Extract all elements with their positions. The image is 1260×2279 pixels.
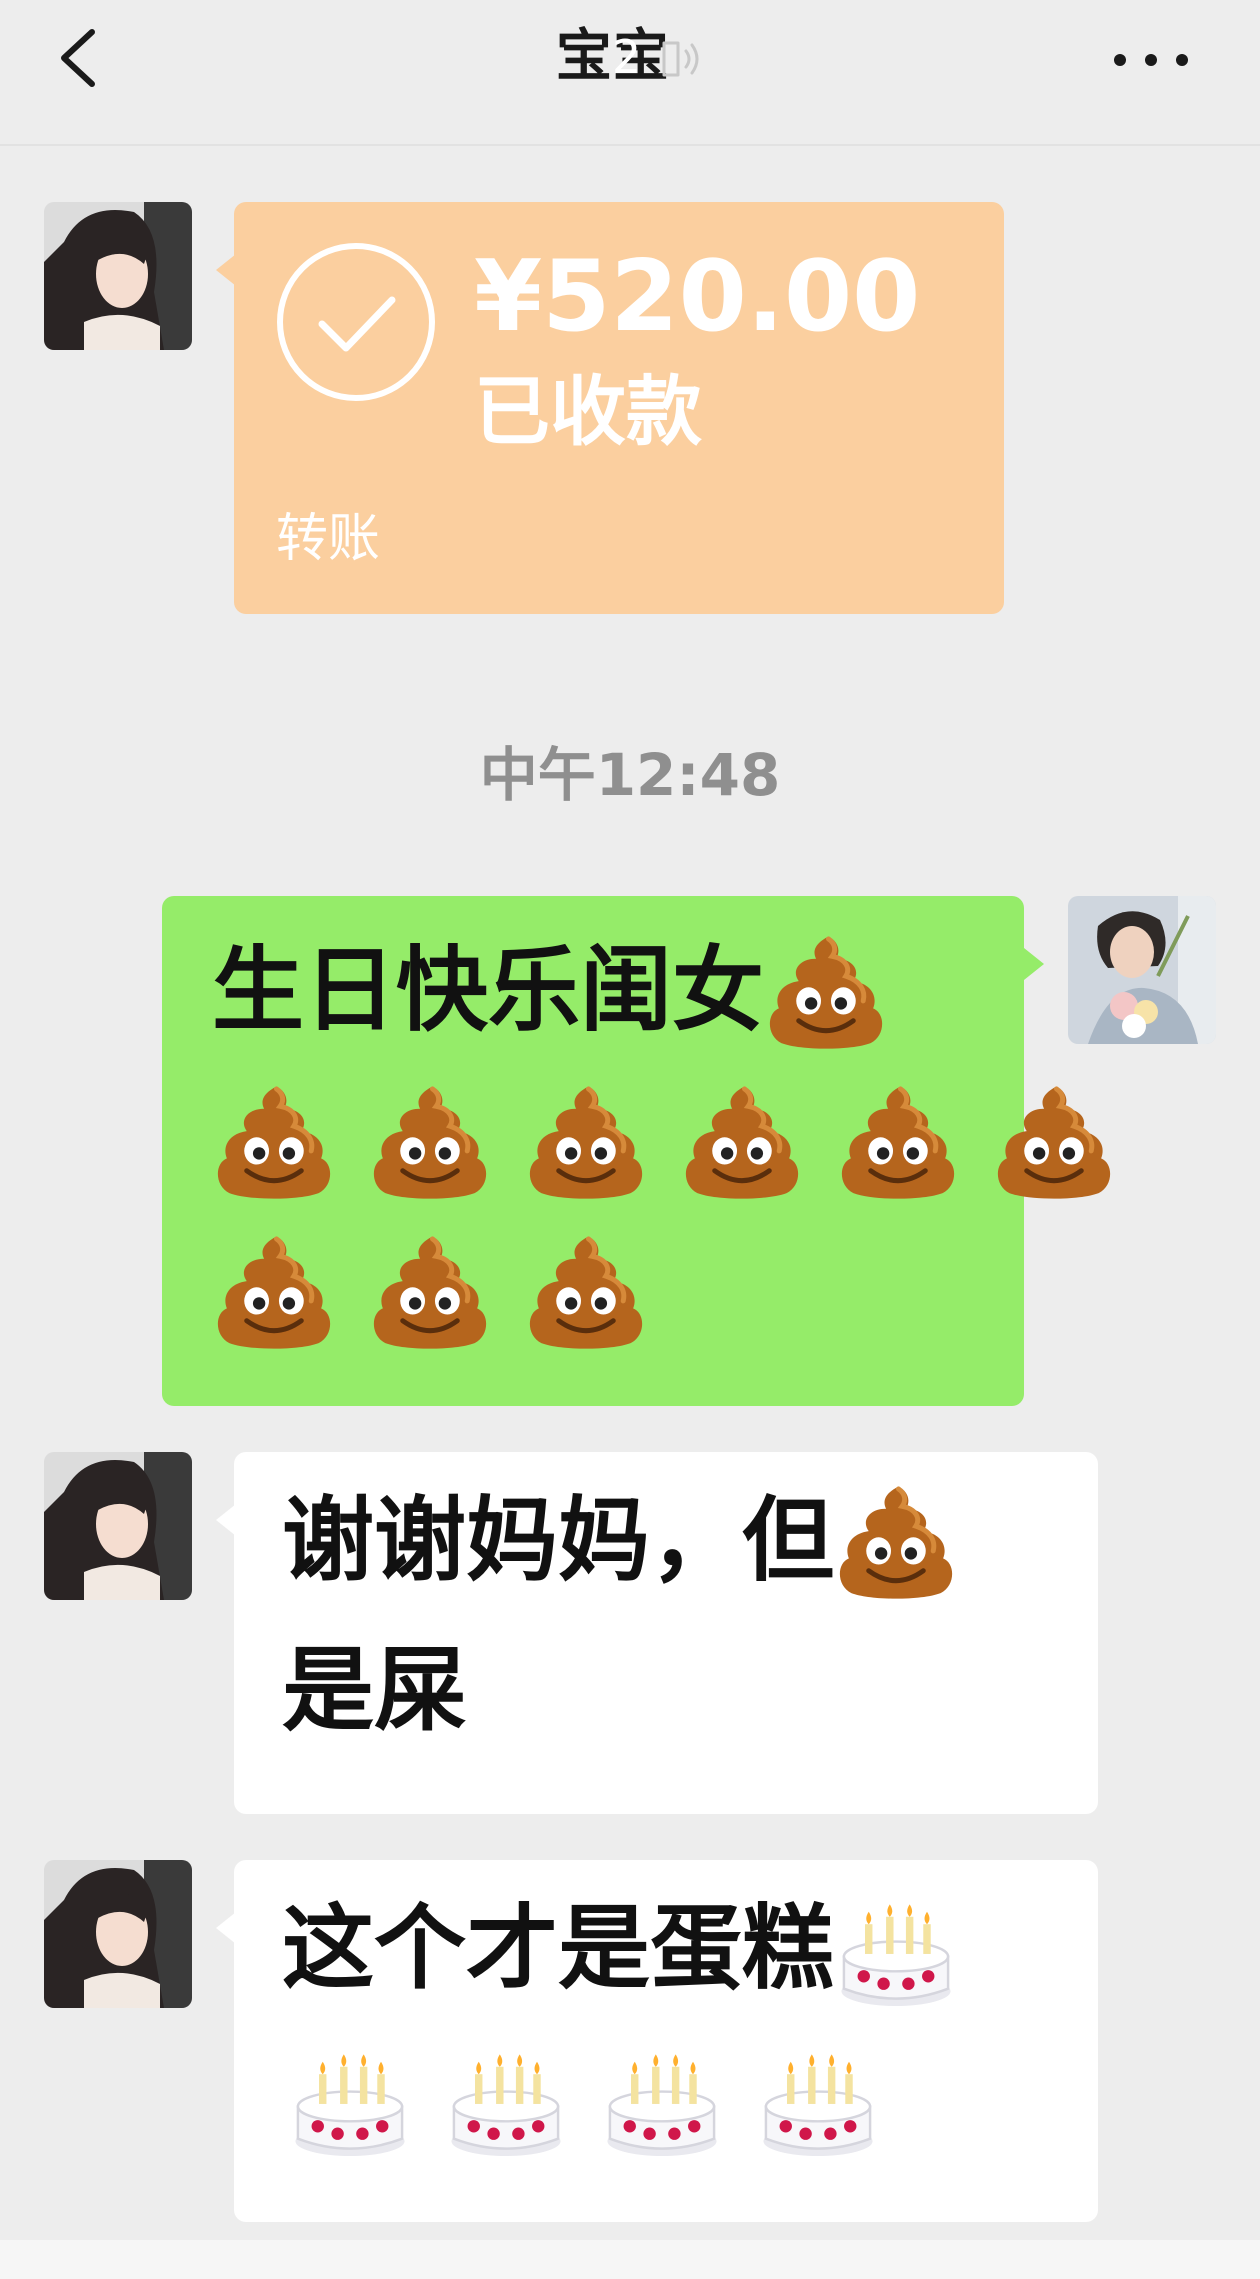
poop-emoji — [680, 1079, 804, 1203]
birthday-cake-emoji — [834, 1887, 958, 2011]
transfer-label: 转账 — [276, 509, 381, 569]
birthday-cake-emoji — [600, 2037, 724, 2161]
poop-emoji — [834, 1479, 958, 1603]
avatar[interactable] — [44, 1452, 192, 1600]
avatar[interactable] — [44, 202, 192, 350]
mom-avatar-image — [1068, 896, 1216, 1044]
avatar[interactable] — [44, 1860, 192, 2008]
poop-emoji — [524, 1229, 648, 1353]
message-text: 是屎 — [282, 1637, 467, 1744]
transfer-amount: ¥520.00 — [474, 240, 921, 354]
chat-title-area[interactable]: 宝宝2 — [0, 22, 1260, 92]
unread-count: 2 — [611, 30, 642, 84]
message-text: 这个才是蛋糕 — [282, 1895, 835, 2002]
birthday-cake-emoji — [756, 2037, 880, 2161]
girl-avatar-image — [44, 202, 192, 350]
message-text: 生日快乐闺女 — [212, 937, 765, 1044]
avatar[interactable] — [1068, 896, 1216, 1044]
poop-emoji — [524, 1079, 648, 1203]
poop-emoji — [368, 1079, 492, 1203]
bubble-tail — [216, 1504, 236, 1536]
poop-emoji — [992, 1079, 1116, 1203]
input-bar[interactable] — [0, 2240, 1260, 2279]
message-bubble-received[interactable]: 谢谢妈妈，但 是屎 — [216, 1452, 1098, 1814]
bubble-tail — [216, 254, 236, 286]
poop-emoji — [212, 1229, 336, 1353]
birthday-cake-emoji — [288, 2037, 412, 2161]
chat-header: 宝宝2 — [0, 0, 1260, 146]
message-bubble-sent[interactable]: 生日快乐闺女 — [162, 896, 1024, 1406]
transfer-status: 已收款 — [474, 367, 702, 456]
more-options-button[interactable] — [1106, 48, 1196, 72]
message-bubble-received[interactable]: 这个才是蛋糕 — [216, 1860, 1098, 2222]
poop-emoji — [368, 1229, 492, 1353]
birthday-cake-emoji — [444, 2037, 568, 2161]
girl-avatar-image — [44, 1860, 192, 2008]
poop-emoji — [212, 1079, 336, 1203]
poop-emoji — [764, 929, 888, 1053]
girl-avatar-image — [44, 1452, 192, 1600]
checkmark-circle-icon — [277, 243, 435, 401]
voice-icon — [662, 41, 699, 77]
more-dots-icon — [1114, 54, 1188, 66]
transfer-message[interactable]: ¥520.00 已收款 转账 — [216, 202, 1004, 614]
poop-emoji — [836, 1079, 960, 1203]
bubble-tail — [216, 1912, 236, 1944]
timestamp: 中午12:48 — [479, 741, 781, 809]
message-text: 谢谢妈妈，但 — [282, 1487, 835, 1594]
bubble-tail — [1024, 948, 1044, 980]
